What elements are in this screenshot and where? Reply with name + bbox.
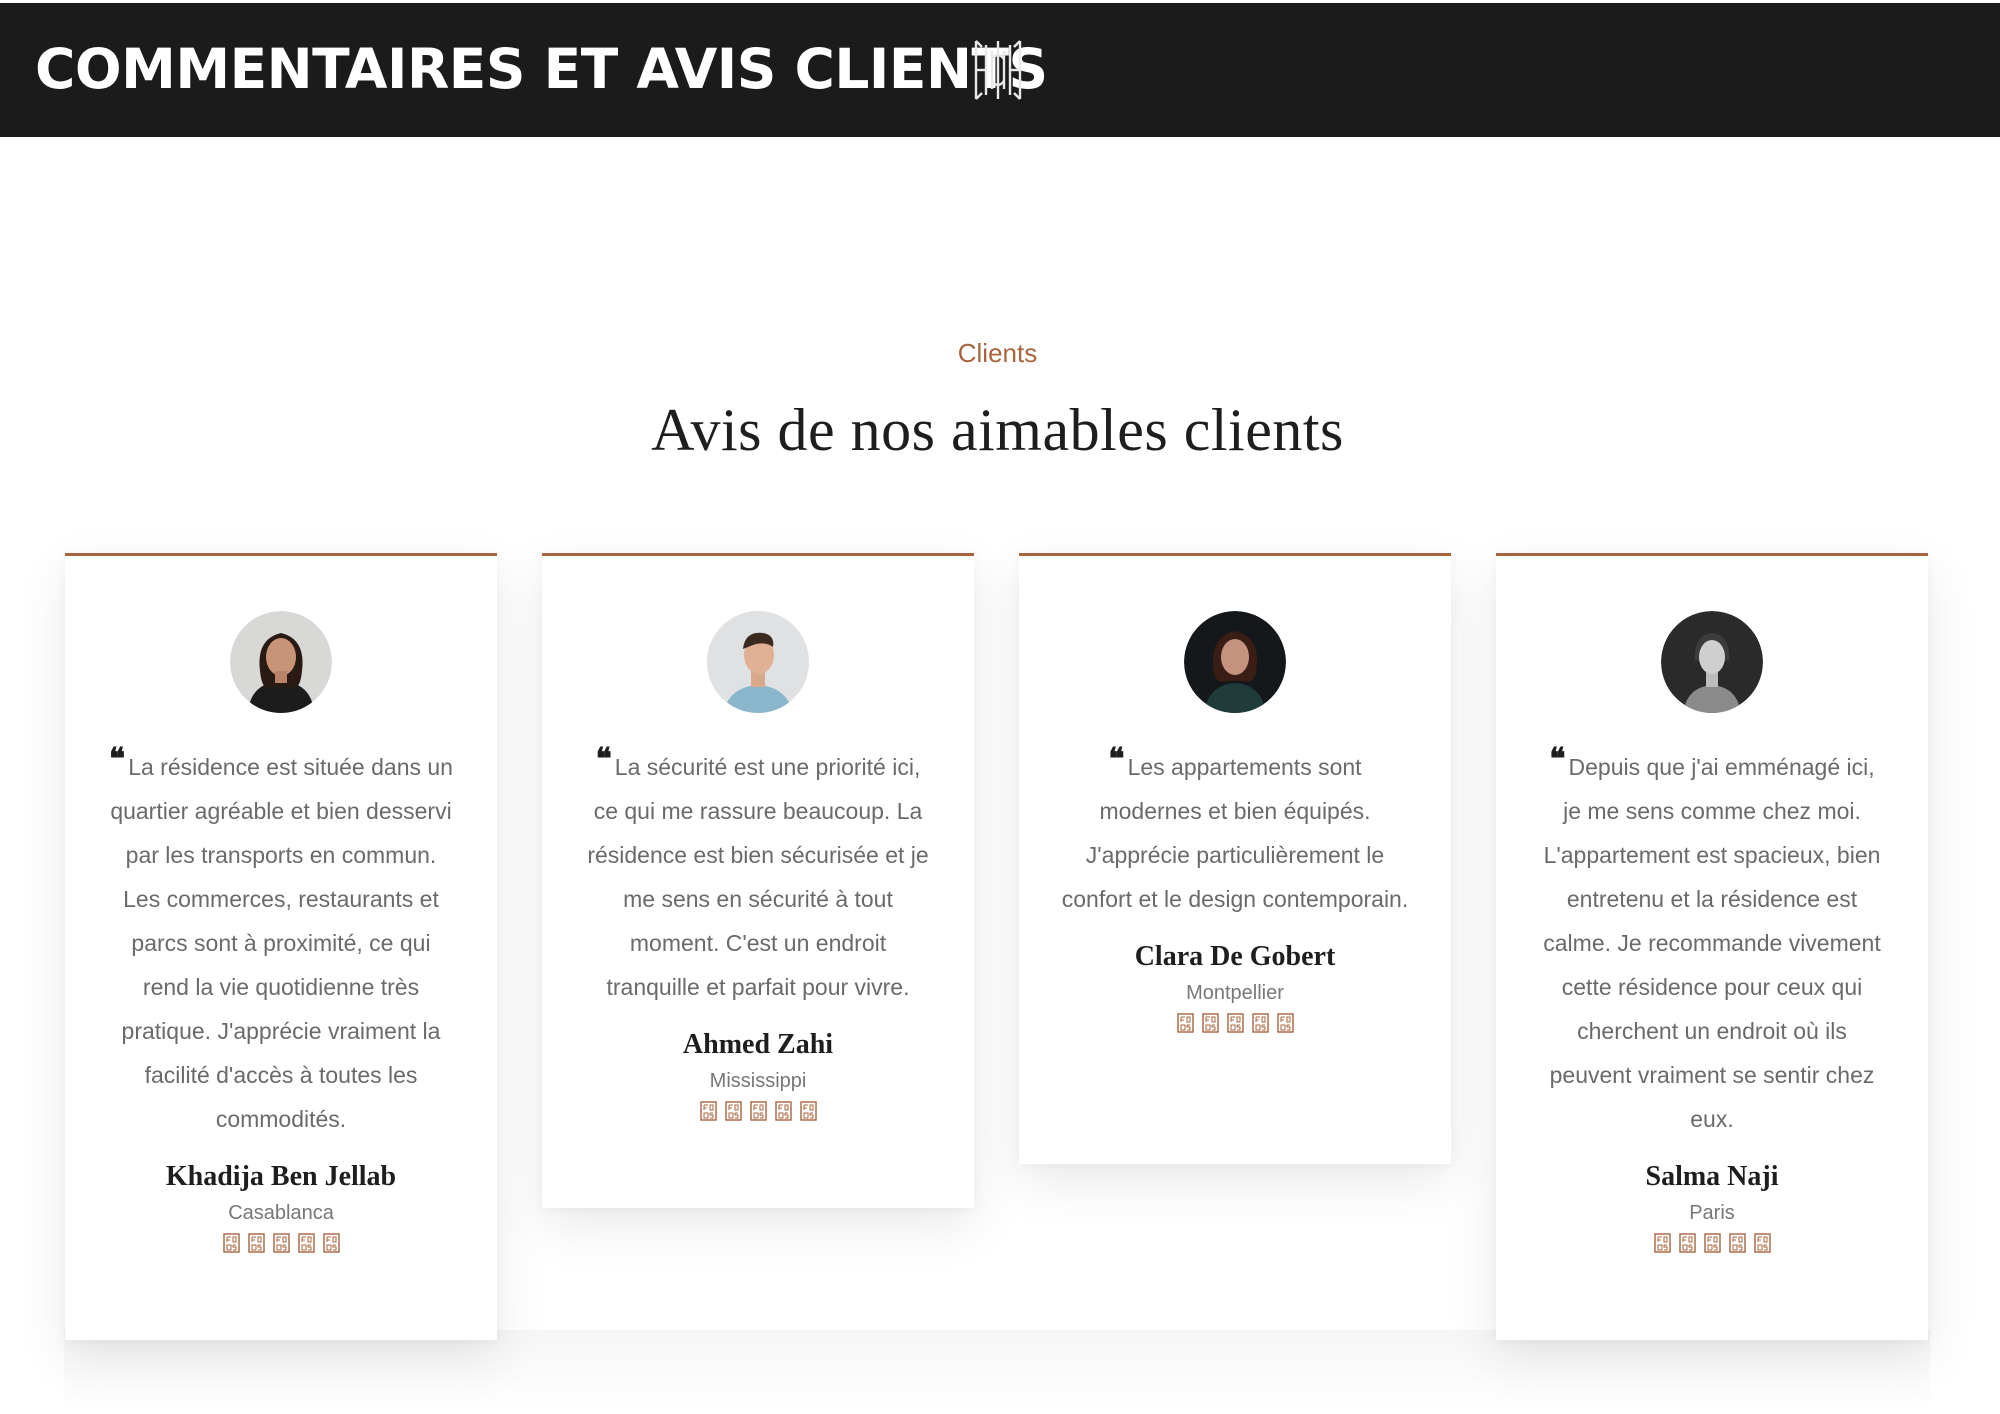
star-icon	[1276, 1013, 1294, 1033]
star-icon	[247, 1233, 265, 1253]
quote-mark-icon: ❝	[595, 742, 612, 777]
star-icon	[1226, 1013, 1244, 1033]
avatar-icon	[1184, 611, 1286, 713]
rating-stars	[1526, 1233, 1898, 1253]
quote-text: Depuis que j'ai emménagé ici, je me sens…	[1543, 754, 1881, 1132]
star-icon	[1753, 1233, 1771, 1253]
testimonial-quote: ❝ La résidence est située dans un quartie…	[95, 742, 467, 1141]
avatar-icon	[707, 611, 809, 713]
star-icon	[1176, 1013, 1194, 1033]
testimonial-card: ❝ Depuis que j'ai emménagé ici, je me sen…	[1496, 553, 1928, 1340]
section-shadow	[64, 1330, 1930, 1414]
quote-mark-icon: ❝	[1549, 742, 1566, 777]
star-icon	[322, 1233, 340, 1253]
page-title: COMMENTAIRES ET AVIS CLIENTS	[35, 37, 1048, 101]
star-icon	[774, 1101, 792, 1121]
quote-mark-icon: ❝	[109, 742, 126, 777]
star-icon	[222, 1233, 240, 1253]
star-icon	[799, 1101, 817, 1121]
testimonial-quote: ❝ La sécurité est une priorité ici, ce qu…	[572, 742, 944, 1009]
star-icon	[699, 1101, 717, 1121]
quote-text: La sécurité est une priorité ici, ce qui…	[587, 754, 929, 1000]
quote-mark-icon: ❝	[1108, 742, 1125, 777]
star-icon	[749, 1101, 767, 1121]
star-icon	[724, 1101, 742, 1121]
star-icon	[1251, 1013, 1269, 1033]
reviewer-name: Ahmed Zahi	[682, 1029, 834, 1060]
rating-stars	[1049, 1013, 1421, 1033]
reviewer-city: Casablanca	[228, 1202, 334, 1224]
quote-text: La résidence est située dans un quartier…	[110, 754, 453, 1132]
reviewer-city: Paris	[1689, 1202, 1735, 1224]
star-icon	[1728, 1233, 1746, 1253]
reviewer-name: Salma Naji	[1645, 1161, 1779, 1192]
star-icon	[297, 1233, 315, 1253]
testimonial-card: ❝ Les appartements sont modernes et bien …	[1019, 553, 1451, 1164]
avatar-icon	[1661, 611, 1763, 713]
section-eyebrow: Clients	[957, 338, 1038, 368]
reviewer-name: Khadija Ben Jellab	[165, 1161, 397, 1192]
avatar-icon	[230, 611, 332, 713]
star-icon	[272, 1233, 290, 1253]
testimonial-card: ❝ La résidence est située dans un quartie…	[65, 553, 497, 1340]
star-icon	[1678, 1233, 1696, 1253]
quote-text: Les appartements sont modernes et bien é…	[1061, 754, 1409, 912]
reviewer-city: Montpellier	[1186, 982, 1284, 1004]
rating-stars	[572, 1101, 944, 1121]
testimonial-quote: ❝ Depuis que j'ai emménagé ici, je me sen…	[1526, 742, 1898, 1141]
hsh-logo-icon	[974, 40, 1022, 100]
star-icon	[1201, 1013, 1219, 1033]
testimonial-card: ❝ La sécurité est une priorité ici, ce qu…	[542, 553, 974, 1208]
section-title: Avis de nos aimables clients	[651, 397, 1344, 463]
testimonial-quote: ❝ Les appartements sont modernes et bien …	[1049, 742, 1421, 921]
rating-stars	[95, 1233, 467, 1253]
star-icon	[1703, 1233, 1721, 1253]
reviewer-name: Clara De Gobert	[1134, 941, 1336, 972]
reviewer-city: Mississippi	[709, 1070, 807, 1092]
header-bar: COMMENTAIRES ET AVIS CLIENTS	[0, 3, 2000, 137]
star-icon	[1653, 1233, 1671, 1253]
